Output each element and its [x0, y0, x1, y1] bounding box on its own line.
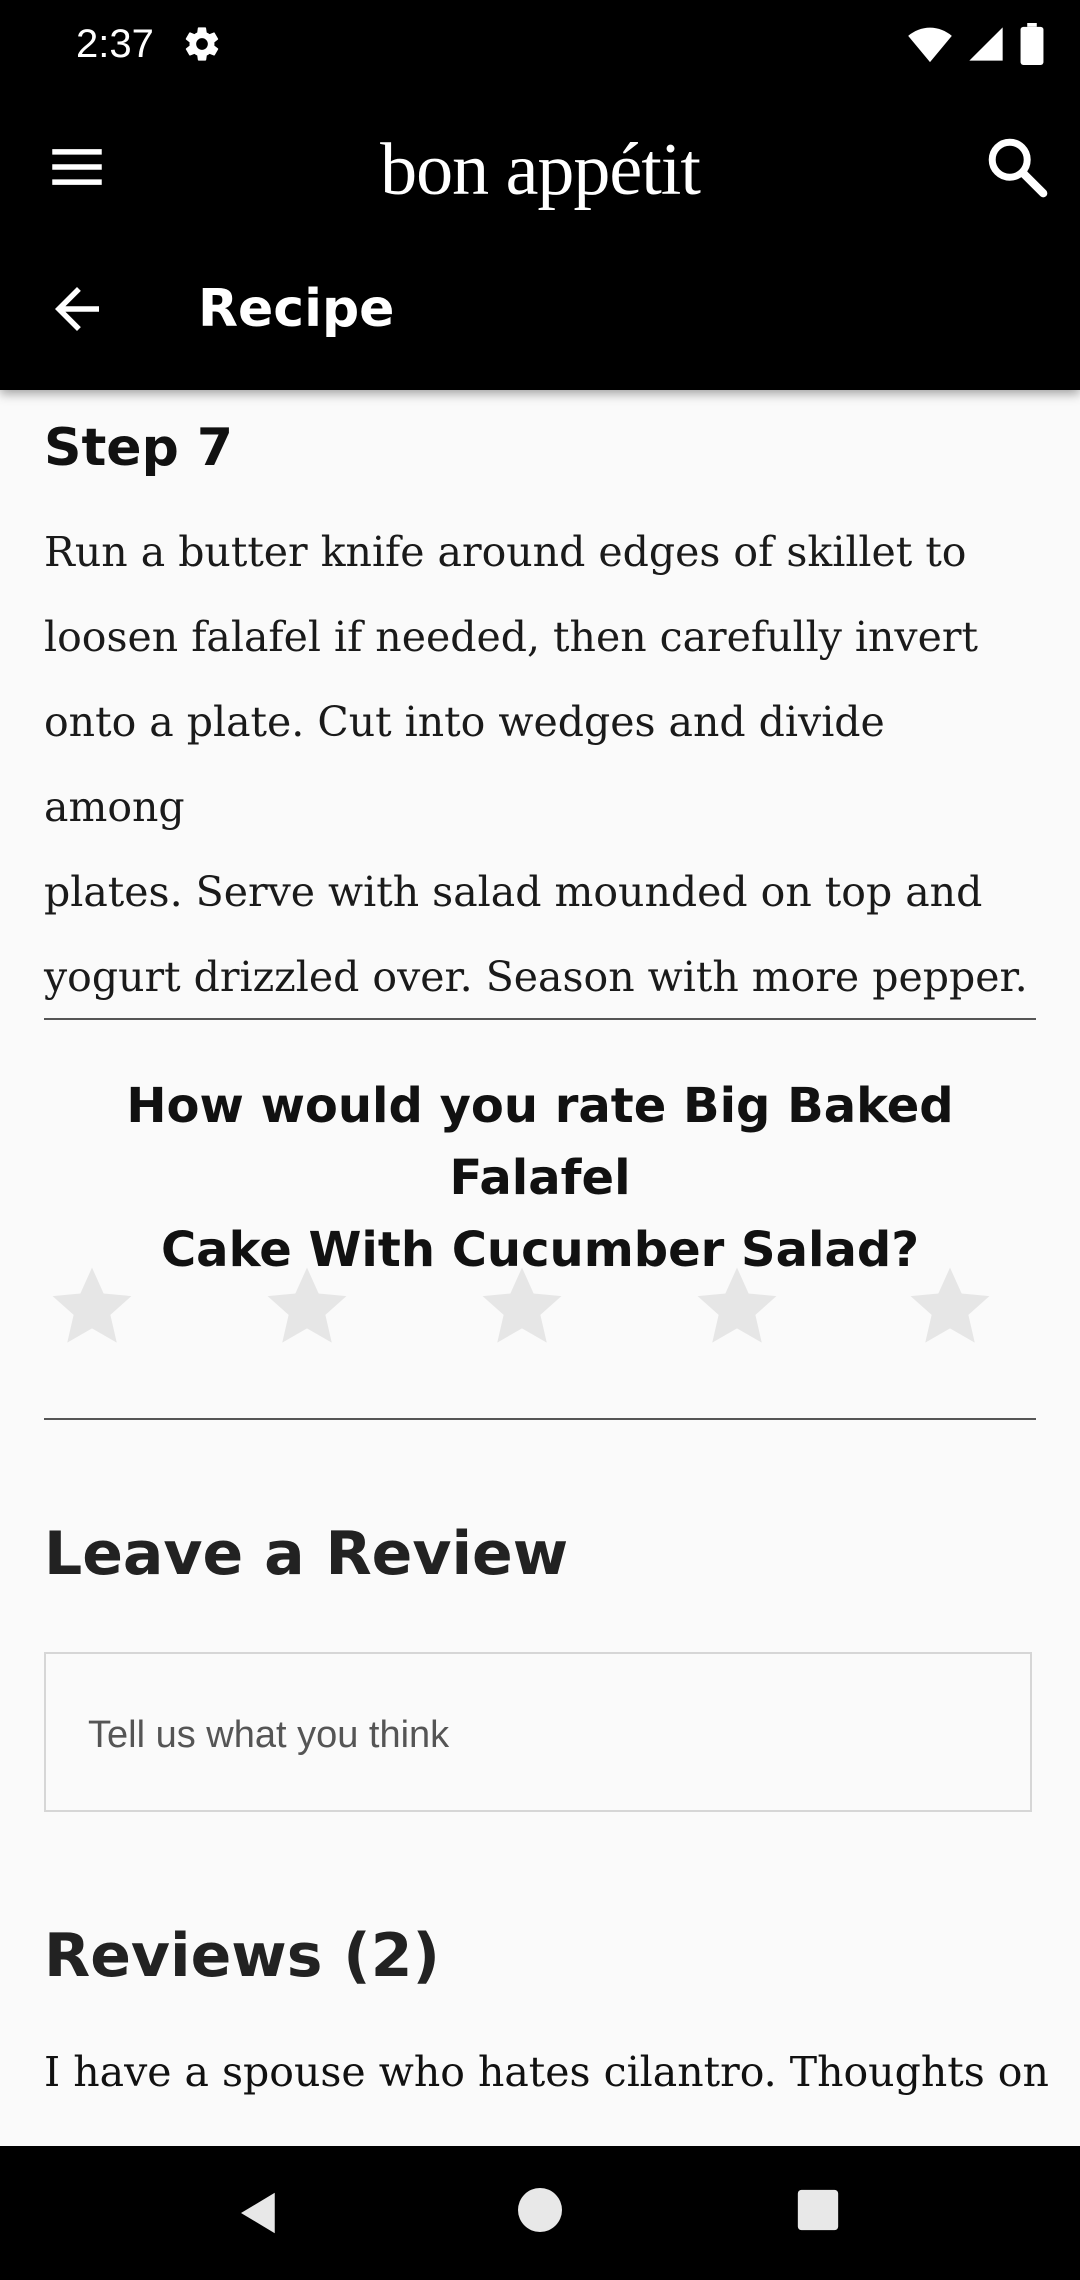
battery-icon [1020, 23, 1044, 65]
system-nav-bar [0, 2146, 1080, 2280]
page-title: Recipe [198, 279, 395, 339]
rating-question-line: How would you rate Big Baked Falafel [126, 1078, 954, 1206]
review-input[interactable] [86, 1704, 990, 1766]
app-bar: bon appétit Recipe [0, 88, 1080, 390]
recents-square-icon[interactable] [796, 2188, 840, 2232]
step-line: yogurt drizzled over. Season with more p… [44, 953, 1028, 1001]
star-icon[interactable] [692, 1262, 782, 1352]
review-text: I have a spouse who hates cilantro. Thou… [44, 2048, 1049, 2096]
signal-icon [969, 27, 1003, 61]
reviews-heading: Reviews (2) [44, 1921, 440, 1991]
back-arrow-icon[interactable] [44, 276, 110, 342]
divider [44, 1418, 1036, 1420]
back-triangle-icon[interactable] [232, 2186, 286, 2240]
star-icon[interactable] [477, 1262, 567, 1352]
star-icon[interactable] [47, 1262, 137, 1352]
wifi-icon [908, 27, 952, 63]
status-icons [908, 22, 1044, 66]
star-rating [44, 1262, 1036, 1352]
step-line: onto a plate. Cut into wedges and divide… [44, 698, 885, 831]
rating-question: How would you rate Big Baked Falafel Cak… [44, 1070, 1036, 1286]
home-circle-icon[interactable] [516, 2186, 564, 2234]
brand-logo[interactable]: bon appétit [0, 122, 1080, 218]
status-bar: 2:37 [0, 0, 1080, 88]
step-title: Step 7 [44, 418, 234, 478]
gear-icon [185, 27, 219, 61]
star-icon[interactable] [905, 1262, 995, 1352]
leave-review-heading: Leave a Review [44, 1519, 569, 1589]
step-line: plates. Serve with salad mounded on top … [44, 868, 983, 916]
step-text: Run a butter knife around edges of skill… [44, 510, 1036, 1020]
step-line: loosen falafel if needed, then carefully… [44, 613, 978, 661]
step-line: Run a butter knife around edges of skill… [44, 528, 967, 576]
divider [44, 1018, 1036, 1020]
search-icon[interactable] [982, 132, 1052, 202]
review-input-box[interactable] [44, 1652, 1032, 1812]
status-time: 2:37 [76, 22, 154, 66]
star-icon[interactable] [262, 1262, 352, 1352]
